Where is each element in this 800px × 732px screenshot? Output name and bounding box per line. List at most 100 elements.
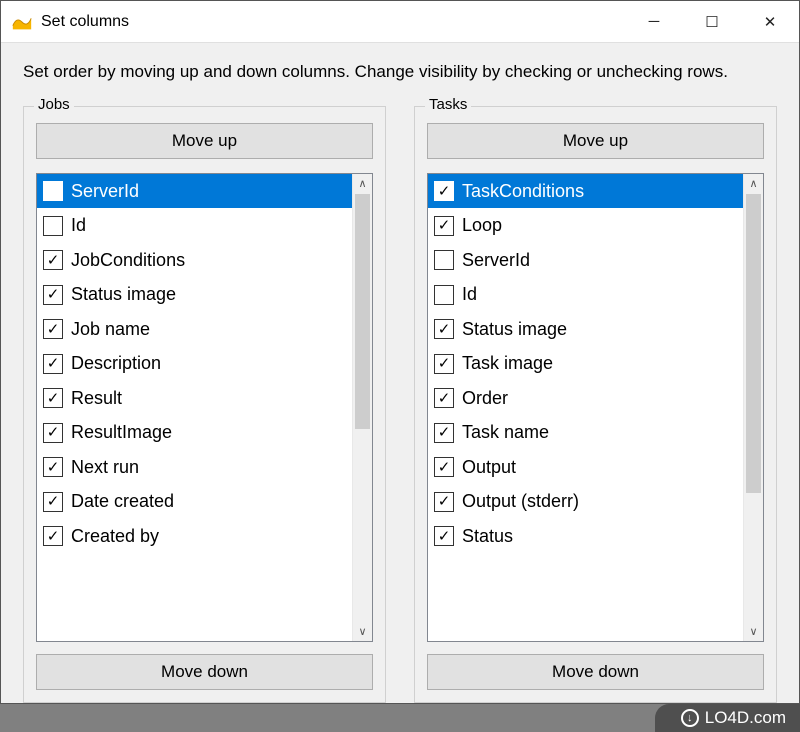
window-controls: ─ ☐ ✕ bbox=[625, 1, 799, 42]
list-item-label: Output bbox=[462, 457, 516, 478]
checkbox[interactable]: ✓ bbox=[43, 423, 63, 443]
list-item-label: ServerId bbox=[71, 181, 139, 202]
set-columns-window: Set columns ─ ☐ ✕ Set order by moving up… bbox=[0, 0, 800, 704]
list-item[interactable]: ✓ Task image bbox=[428, 346, 743, 381]
list-item[interactable]: Id bbox=[37, 208, 352, 243]
list-item[interactable]: ✓ Status image bbox=[428, 312, 743, 347]
close-button[interactable]: ✕ bbox=[741, 1, 799, 42]
list-item-label: Next run bbox=[71, 457, 139, 478]
scroll-track[interactable] bbox=[744, 194, 763, 621]
tasks-scrollbar[interactable]: ∧ ∨ bbox=[743, 174, 763, 641]
list-item[interactable]: ✓ Order bbox=[428, 381, 743, 416]
jobs-scrollbar[interactable]: ∧ ∨ bbox=[352, 174, 372, 641]
checkbox[interactable]: ✓ bbox=[43, 492, 63, 512]
content-area: Set order by moving up and down columns.… bbox=[1, 43, 799, 703]
list-item[interactable]: ✓ Next run bbox=[37, 450, 352, 485]
checkbox[interactable]: ✓ bbox=[434, 354, 454, 374]
checkbox[interactable]: ✓ bbox=[434, 319, 454, 339]
list-item[interactable]: ✓ Loop bbox=[428, 208, 743, 243]
checkbox[interactable]: ✓ bbox=[43, 526, 63, 546]
jobs-legend: Jobs bbox=[34, 96, 74, 113]
list-item-label: Task image bbox=[462, 353, 553, 374]
checkbox[interactable]: ✓ bbox=[434, 388, 454, 408]
list-item-label: Job name bbox=[71, 319, 150, 340]
list-item[interactable]: ✓ Task name bbox=[428, 415, 743, 450]
scroll-up-icon[interactable]: ∧ bbox=[353, 174, 372, 194]
checkbox[interactable] bbox=[434, 285, 454, 305]
list-item[interactable]: ✓ Date created bbox=[37, 484, 352, 519]
list-item[interactable]: ✓ Description bbox=[37, 346, 352, 381]
list-item-label: Output (stderr) bbox=[462, 491, 579, 512]
list-item-label: Result bbox=[71, 388, 122, 409]
checkbox[interactable]: ✓ bbox=[43, 285, 63, 305]
tasks-listbox[interactable]: ✓ TaskConditions ✓ Loop ServerId Id ✓ Status im… bbox=[427, 173, 764, 642]
titlebar: Set columns ─ ☐ ✕ bbox=[1, 1, 799, 43]
list-item[interactable]: Id bbox=[428, 277, 743, 312]
list-item[interactable]: ✓ TaskConditions bbox=[428, 174, 743, 209]
download-icon: ↓ bbox=[681, 709, 699, 727]
maximize-button[interactable]: ☐ bbox=[683, 1, 741, 42]
checkbox[interactable]: ✓ bbox=[43, 354, 63, 374]
tasks-move-down-button[interactable]: Move down bbox=[427, 654, 764, 690]
minimize-button[interactable]: ─ bbox=[625, 1, 683, 42]
list-item[interactable]: ServerId bbox=[428, 243, 743, 278]
checkbox[interactable]: ✓ bbox=[434, 492, 454, 512]
checkbox[interactable] bbox=[43, 181, 63, 201]
scroll-down-icon[interactable]: ∨ bbox=[744, 621, 763, 641]
scroll-thumb[interactable] bbox=[355, 194, 370, 429]
list-item-label: ResultImage bbox=[71, 422, 172, 443]
list-item[interactable]: ✓ Job name bbox=[37, 312, 352, 347]
jobs-move-up-button[interactable]: Move up bbox=[36, 123, 373, 159]
list-item-label: TaskConditions bbox=[462, 181, 584, 202]
list-item[interactable]: ✓ JobConditions bbox=[37, 243, 352, 278]
watermark: ↓ LO4D.com bbox=[655, 704, 800, 732]
scroll-down-icon[interactable]: ∨ bbox=[353, 621, 372, 641]
scroll-track[interactable] bbox=[353, 194, 372, 621]
list-item-label: Created by bbox=[71, 526, 159, 547]
jobs-panel: Jobs Move up ServerIdId✓JobConditions✓St… bbox=[23, 106, 386, 703]
list-item[interactable]: ✓ Status bbox=[428, 519, 743, 554]
list-item-label: Task name bbox=[462, 422, 549, 443]
list-item-label: Id bbox=[462, 284, 477, 305]
checkbox[interactable] bbox=[434, 250, 454, 270]
checkbox[interactable]: ✓ bbox=[434, 181, 454, 201]
list-item[interactable]: ✓ Status image bbox=[37, 277, 352, 312]
checkbox[interactable]: ✓ bbox=[43, 250, 63, 270]
checkbox[interactable]: ✓ bbox=[434, 423, 454, 443]
instructions-text: Set order by moving up and down columns.… bbox=[23, 61, 777, 84]
list-item-label: ServerId bbox=[462, 250, 530, 271]
list-item[interactable]: ✓ ResultImage bbox=[37, 415, 352, 450]
panels-row: Jobs Move up ServerIdId✓JobConditions✓St… bbox=[23, 106, 777, 703]
tasks-legend: Tasks bbox=[425, 96, 471, 113]
list-item-label: Order bbox=[462, 388, 508, 409]
watermark-text: LO4D.com bbox=[705, 708, 786, 728]
checkbox[interactable]: ✓ bbox=[43, 319, 63, 339]
jobs-move-down-button[interactable]: Move down bbox=[36, 654, 373, 690]
checkbox[interactable]: ✓ bbox=[43, 388, 63, 408]
list-item[interactable]: ✓ Output (stderr) bbox=[428, 484, 743, 519]
list-item-label: Status image bbox=[462, 319, 567, 340]
checkbox[interactable] bbox=[43, 216, 63, 236]
list-item-label: Status bbox=[462, 526, 513, 547]
checkbox[interactable]: ✓ bbox=[434, 526, 454, 546]
tasks-panel: Tasks Move up ✓TaskConditions✓LoopServer… bbox=[414, 106, 777, 703]
list-item-label: Id bbox=[71, 215, 86, 236]
list-item[interactable]: ✓ Created by bbox=[37, 519, 352, 554]
list-item[interactable]: ServerId bbox=[37, 174, 352, 209]
list-item-label: Date created bbox=[71, 491, 174, 512]
app-icon bbox=[11, 11, 33, 33]
list-item-label: JobConditions bbox=[71, 250, 185, 271]
scroll-up-icon[interactable]: ∧ bbox=[744, 174, 763, 194]
window-title: Set columns bbox=[41, 13, 625, 31]
checkbox[interactable]: ✓ bbox=[43, 457, 63, 477]
checkbox[interactable]: ✓ bbox=[434, 457, 454, 477]
checkbox[interactable]: ✓ bbox=[434, 216, 454, 236]
list-item[interactable]: ✓ Output bbox=[428, 450, 743, 485]
scroll-thumb[interactable] bbox=[746, 194, 761, 493]
list-item[interactable]: ✓ Result bbox=[37, 381, 352, 416]
list-item-label: Loop bbox=[462, 215, 502, 236]
list-item-label: Description bbox=[71, 353, 161, 374]
jobs-listbox[interactable]: ServerId Id ✓ JobConditions ✓ Status image ✓ Jo… bbox=[36, 173, 373, 642]
tasks-move-up-button[interactable]: Move up bbox=[427, 123, 764, 159]
list-item-label: Status image bbox=[71, 284, 176, 305]
